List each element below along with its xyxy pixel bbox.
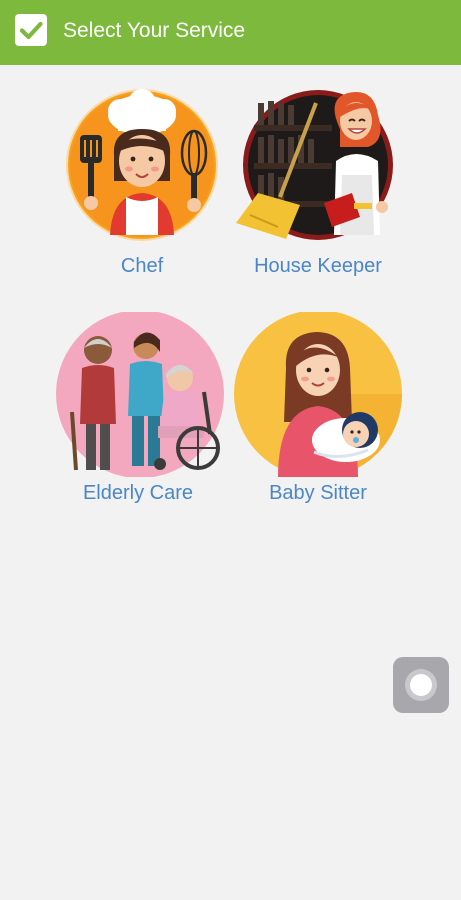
service-label: House Keeper — [254, 255, 382, 277]
service-label: Baby Sitter — [269, 482, 367, 504]
app-bar: Select Your Service — [0, 0, 461, 65]
chef-illustration — [66, 89, 218, 241]
service-chef[interactable]: Chef — [52, 85, 232, 285]
check-icon[interactable] — [15, 14, 47, 46]
baby-sitter-illustration — [234, 312, 402, 477]
page-title: Select Your Service — [63, 19, 246, 42]
service-label: Elderly Care — [82, 482, 194, 504]
assistive-touch-button[interactable] — [393, 657, 449, 713]
service-label: Chef — [120, 255, 164, 277]
service-baby-sitter[interactable]: Baby Sitter — [228, 312, 408, 512]
housekeeper-illustration — [236, 90, 393, 240]
elderly-care-illustration — [56, 312, 224, 477]
assistive-touch-center — [410, 674, 432, 696]
service-elderly-care[interactable]: Elderly Care — [48, 312, 228, 512]
service-house-keeper[interactable]: House Keeper — [228, 85, 408, 285]
